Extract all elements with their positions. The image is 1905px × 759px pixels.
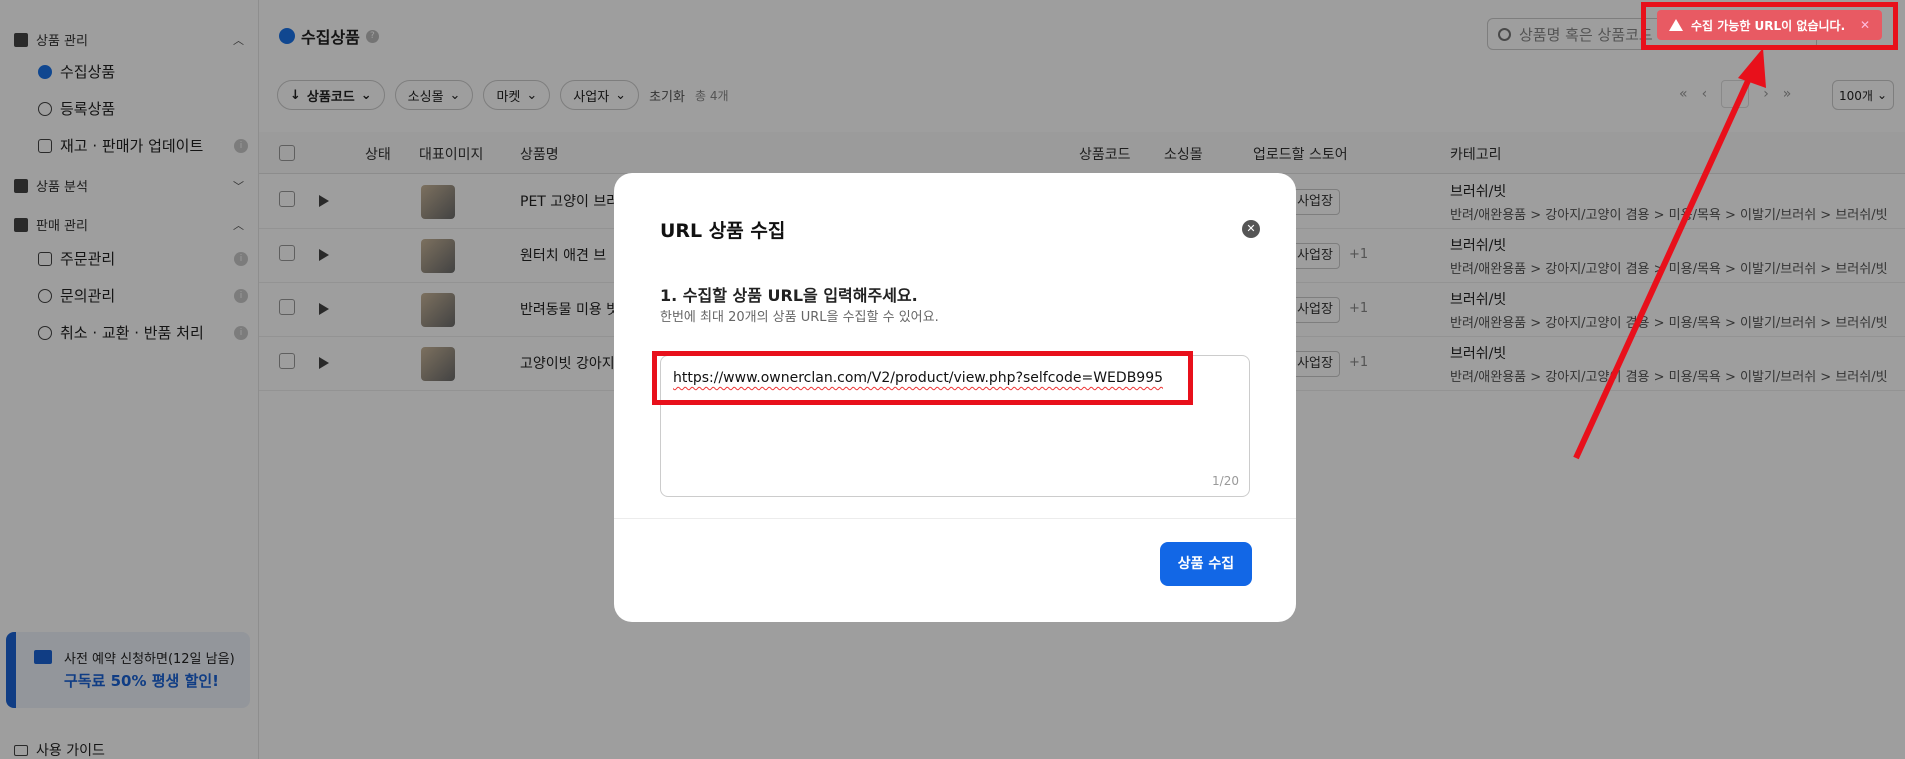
annotation-arrow <box>1573 48 1766 460</box>
arrow-shaft <box>1573 70 1755 460</box>
arrow-head <box>1738 48 1766 88</box>
